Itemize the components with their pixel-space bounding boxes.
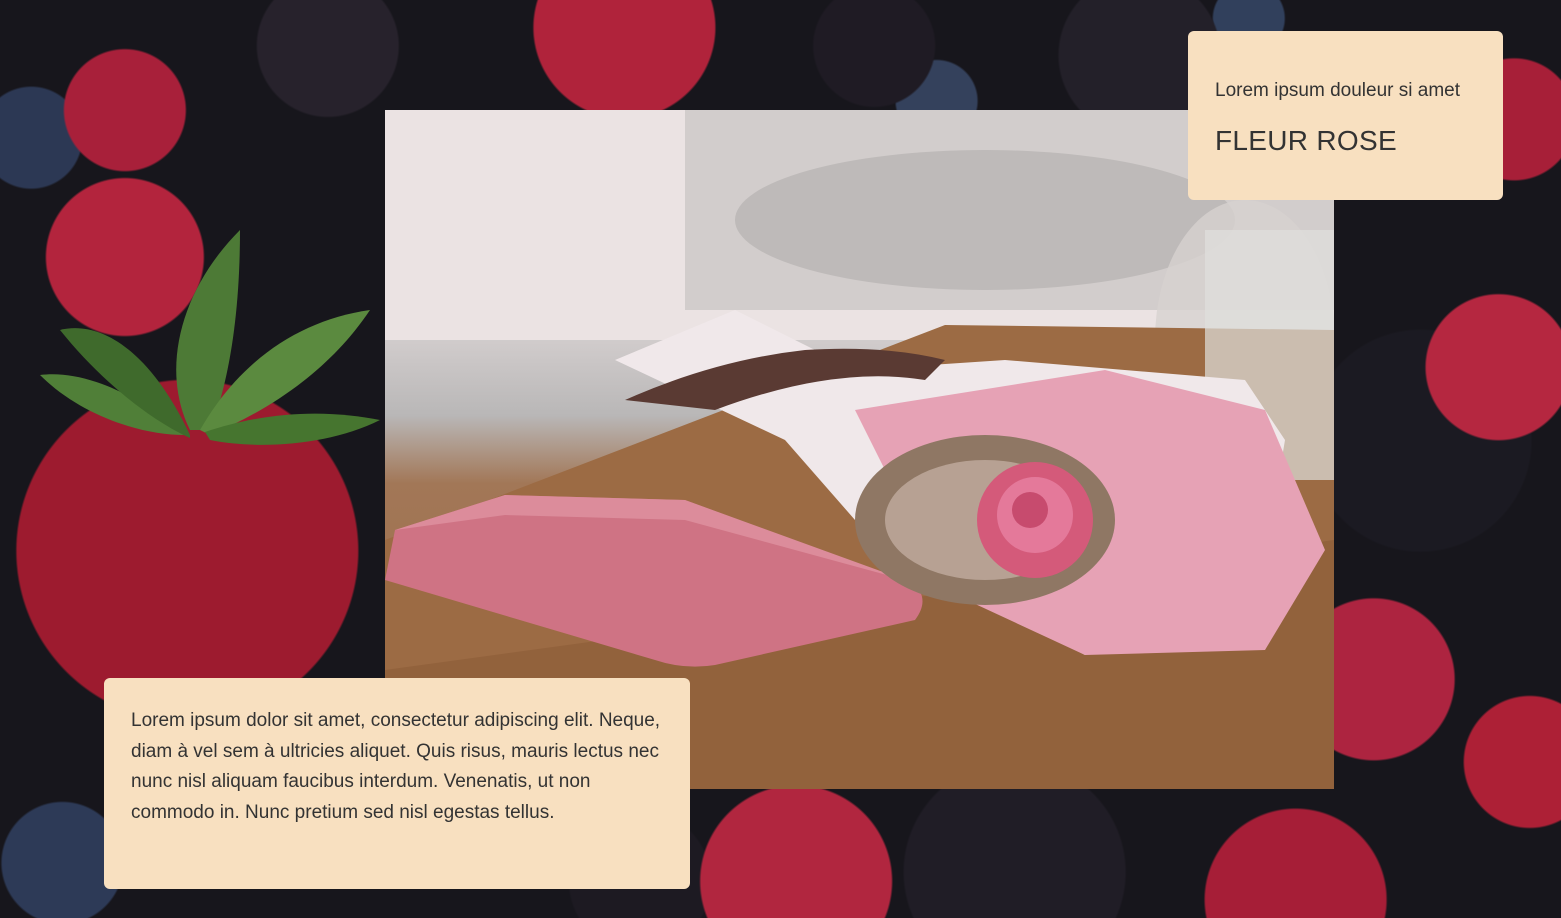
hero-subtitle: Lorem ipsum douleur si amet bbox=[1215, 80, 1460, 101]
strawberry-leaves-decoration bbox=[40, 230, 380, 445]
hero-title: FLEUR ROSE bbox=[1215, 125, 1397, 156]
description-card: Lorem ipsum dolor sit amet, consectetur … bbox=[104, 678, 690, 889]
hero-title-card: Lorem ipsum douleur si amet FLEUR ROSE bbox=[1188, 31, 1503, 200]
description-text: Lorem ipsum dolor sit amet, consectetur … bbox=[131, 710, 661, 823]
page: Lorem ipsum douleur si amet FLEUR ROSE L… bbox=[0, 0, 1561, 918]
